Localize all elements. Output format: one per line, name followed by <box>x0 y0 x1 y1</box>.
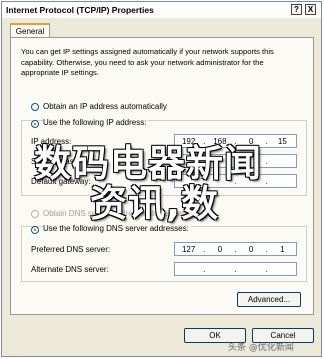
window-title: Internet Protocol (TCP/IP) Properties <box>6 5 154 15</box>
obtain-ip-auto-label: Obtain an IP address automatically <box>43 102 167 111</box>
advanced-button[interactable]: Advanced... <box>237 292 301 307</box>
watermark-text: 头条 @优化新闻 <box>228 343 294 353</box>
tab-general[interactable]: General <box>10 23 50 38</box>
use-dns-radio[interactable] <box>31 226 39 234</box>
close-icon[interactable]: X <box>305 4 316 15</box>
use-ip-label: Use the following IP address: <box>43 118 149 127</box>
description-text: You can get IP settings assigned automat… <box>21 47 274 77</box>
overlay-headline-line2: 资讯,数 <box>90 182 220 225</box>
use-ip-radio[interactable] <box>31 120 39 128</box>
alternate-dns-field[interactable]: . . . <box>174 262 297 276</box>
obtain-dns-auto-radio[interactable] <box>31 210 39 218</box>
preferred-dns-field[interactable]: 127. 0. 0. 1 <box>174 242 297 256</box>
title-bar[interactable]: Internet Protocol (TCP/IP) Properties ? … <box>2 2 321 18</box>
alternate-dns-label: Alternate DNS server: <box>31 265 109 274</box>
preferred-dns-label: Preferred DNS server: <box>31 245 111 254</box>
help-icon[interactable]: ? <box>291 4 302 15</box>
obtain-ip-auto-radio[interactable] <box>31 103 39 111</box>
